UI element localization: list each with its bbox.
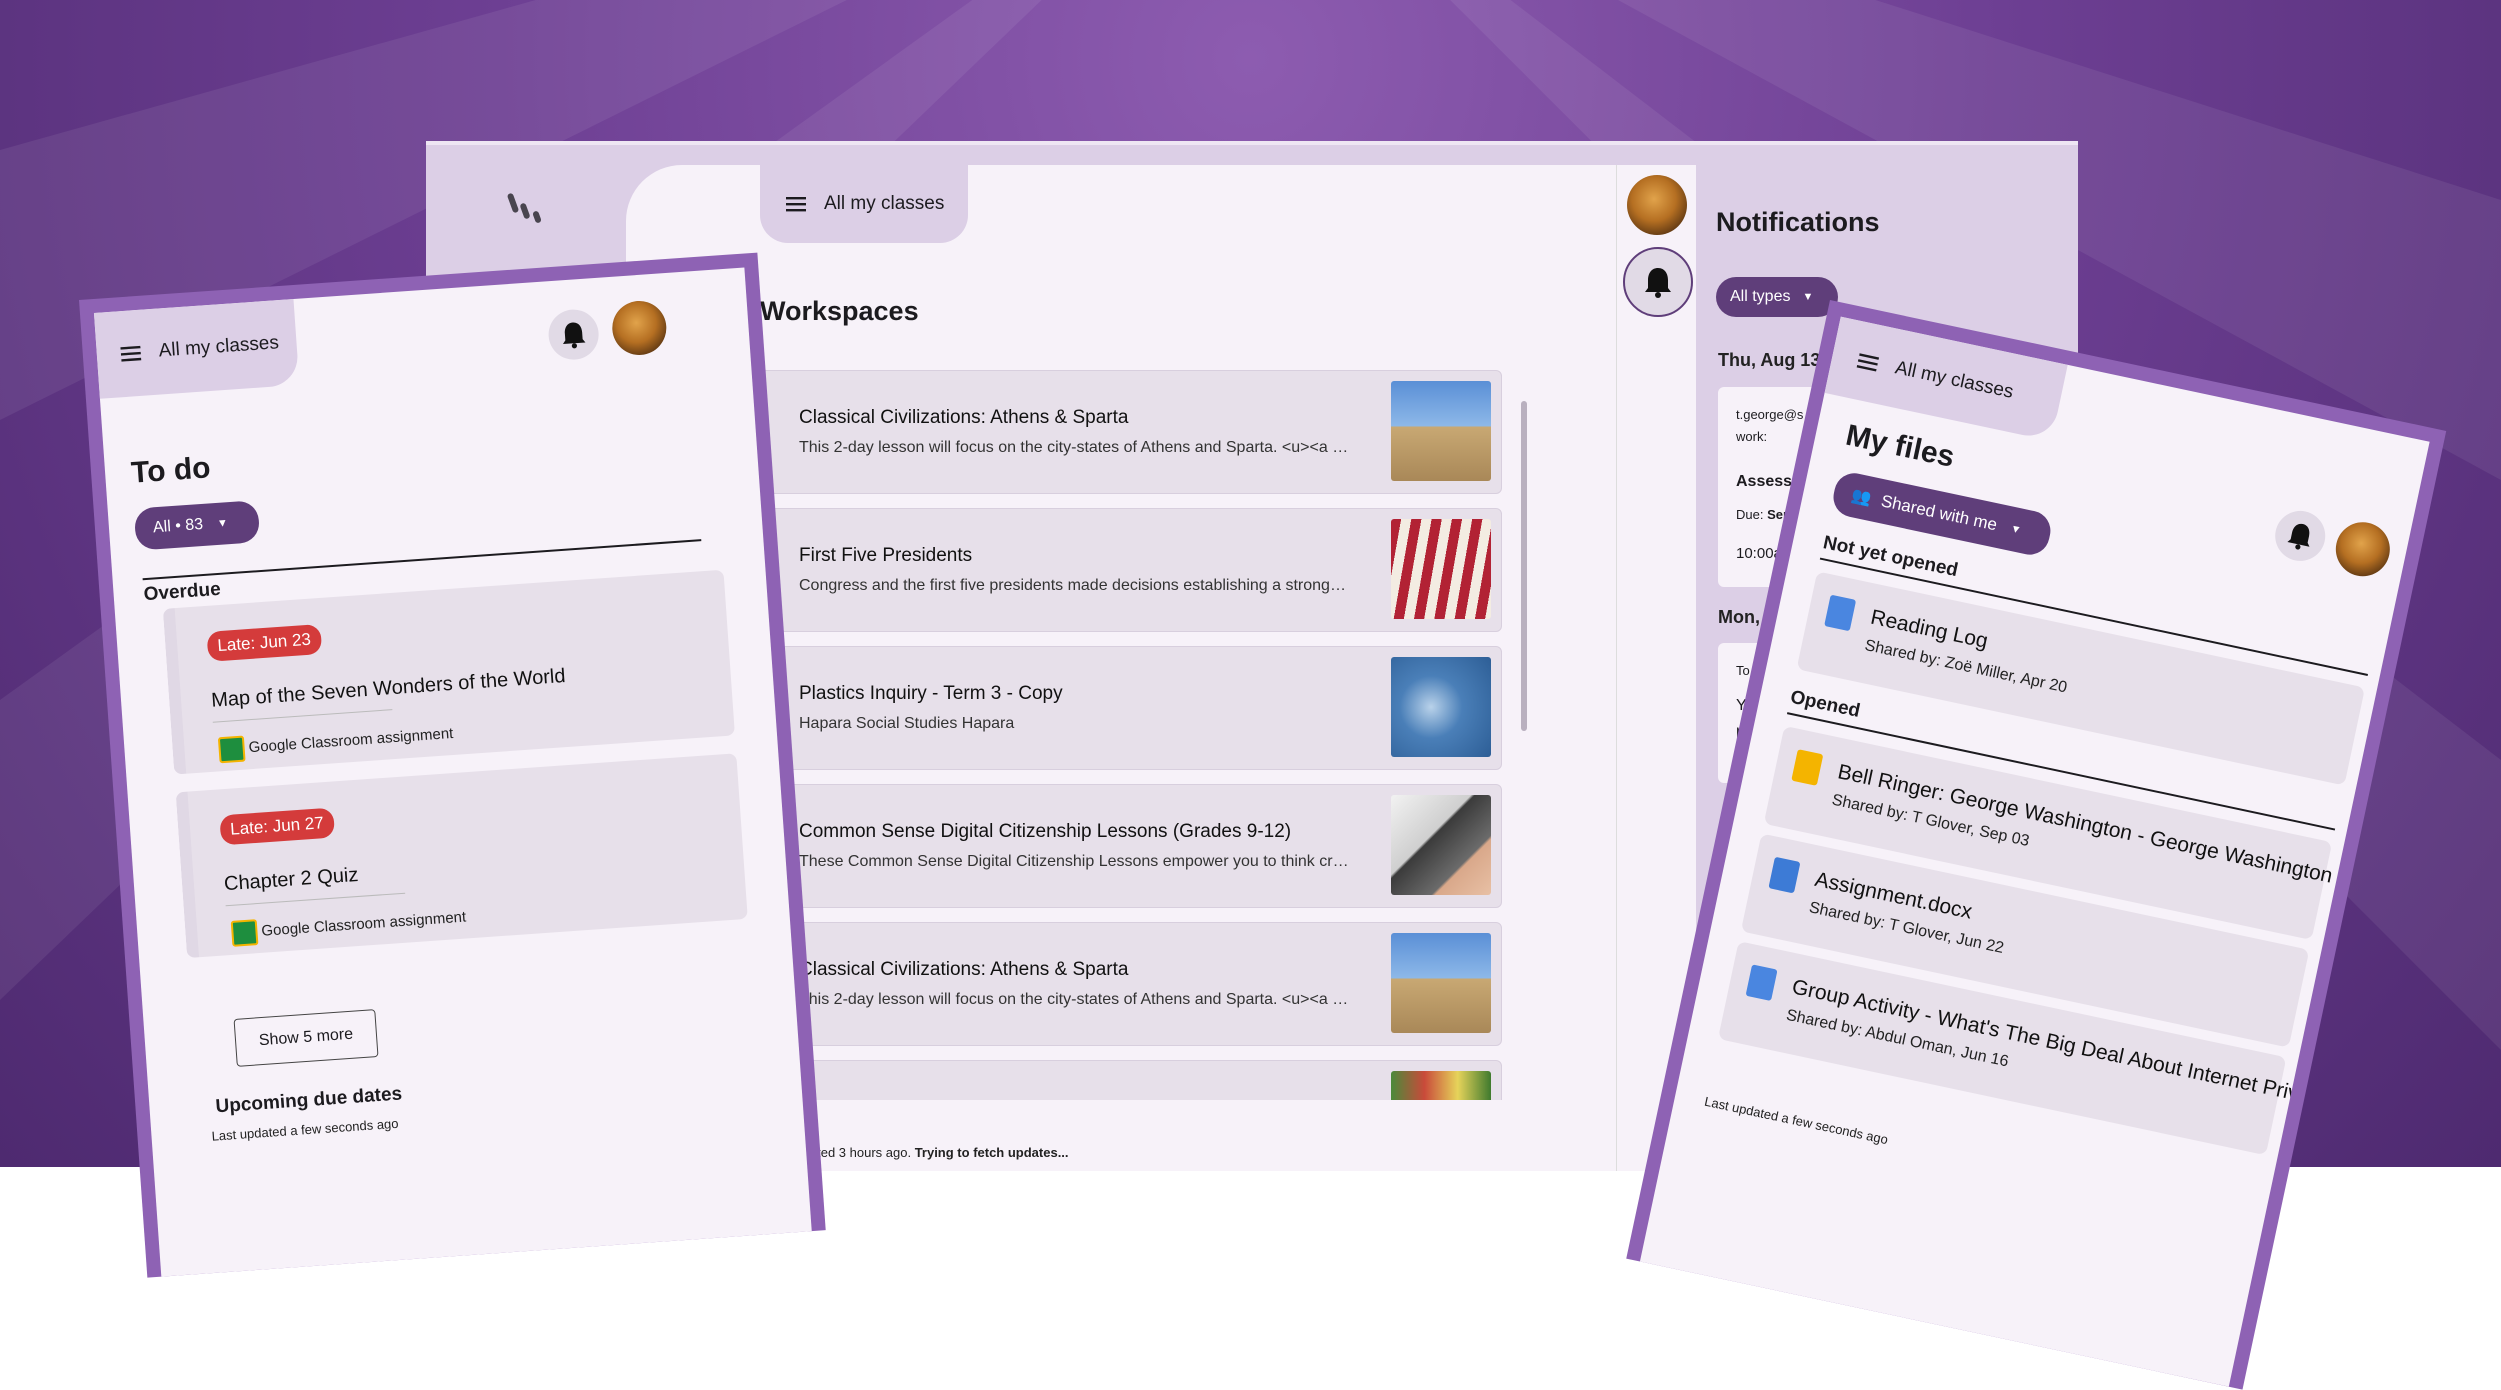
task-type: Google Classroom assignment xyxy=(248,724,454,757)
class-selector-label: All my classes xyxy=(824,193,945,214)
todo-filter[interactable]: All • 83 ▼ xyxy=(133,500,261,551)
todo-panel: All my classes To do All • 83 ▼ Overdue … xyxy=(79,252,826,1278)
late-badge: Late: Jun 27 xyxy=(219,807,335,846)
workspace-title: Classical Civilizations: Athens & Sparta xyxy=(799,959,1129,980)
notifications-button[interactable] xyxy=(1623,247,1693,317)
acropolis-thumbnail xyxy=(1391,933,1491,1033)
task-title: Chapter 2 Quiz xyxy=(223,863,360,896)
vegetables-thumbnail xyxy=(1391,1071,1491,1100)
class-selector-label: All my classes xyxy=(158,332,280,362)
sync-status: Last updated a few seconds ago xyxy=(211,1115,399,1144)
workspace-title: Plastics Inquiry - Term 3 - Copy xyxy=(799,683,1063,704)
workspace-list: Classical Civilizations: Athens & Sparta… xyxy=(760,370,1502,1100)
word-icon xyxy=(1768,856,1801,894)
task-card[interactable]: Late: Jun 27 Chapter 2 Quiz Google Class… xyxy=(175,753,748,959)
page-title: Workspaces xyxy=(760,296,919,326)
notification-type-filter[interactable]: All types ▼ xyxy=(1716,277,1838,317)
workspace-description: Congress and the first five presidents m… xyxy=(799,577,1349,594)
notification-sender: t.george@s xyxy=(1736,407,1804,422)
avatar[interactable] xyxy=(2330,517,2395,582)
workspace-card[interactable]: Classical Civilizations: Athens & Sparta… xyxy=(760,370,1502,494)
class-selector[interactable]: All my classes xyxy=(760,165,968,243)
class-selector[interactable]: All my classes xyxy=(93,299,300,399)
notifications-button[interactable] xyxy=(546,307,601,362)
avatar[interactable] xyxy=(610,299,669,357)
opened-heading: Opened xyxy=(1788,686,1862,722)
overdue-heading: Overdue xyxy=(142,578,222,606)
late-badge: Late: Jun 23 xyxy=(206,623,322,662)
page-title: To do xyxy=(130,451,212,490)
dropdown-arrow-icon: ▼ xyxy=(1802,291,1814,303)
google-slides-icon xyxy=(1791,749,1824,786)
workspace-description: Hapara Social Studies Hapara xyxy=(799,715,1015,732)
task-type: Google Classroom assignment xyxy=(260,908,467,940)
notification-text: work: xyxy=(1736,429,1768,444)
upcoming-heading: Upcoming due dates xyxy=(214,1083,403,1118)
task-divider xyxy=(225,892,406,907)
plastic-thumbnail xyxy=(1391,657,1491,757)
menu-icon xyxy=(120,345,142,362)
section-divider xyxy=(142,539,702,581)
workspace-card[interactable] xyxy=(760,1060,1502,1100)
due-label: Due: xyxy=(1736,507,1764,522)
notification-date: Mon, xyxy=(1718,607,1760,627)
class-selector-label: All my classes xyxy=(1893,357,2016,403)
notification-date: Thu, Aug 13 xyxy=(1718,350,1821,370)
google-classroom-icon xyxy=(230,919,259,947)
show-more-button[interactable]: Show 5 more xyxy=(233,1009,379,1067)
google-docs-icon xyxy=(1824,594,1857,632)
dropdown-arrow-icon: ▼ xyxy=(2009,522,2023,537)
workspace-description: This 2-day lesson will focus on the city… xyxy=(799,991,1349,1008)
sync-status: Last updated a few seconds ago xyxy=(1703,1093,1890,1148)
laptop-thumbnail xyxy=(1391,795,1491,895)
workspace-card[interactable]: First Five Presidents Congress and the f… xyxy=(760,508,1502,632)
bell-icon xyxy=(2287,523,2310,550)
filter-label: All • 83 xyxy=(152,515,204,537)
filter-label: All types xyxy=(1730,288,1791,305)
people-icon: 👥 xyxy=(1850,487,1874,508)
menu-icon xyxy=(1856,353,1880,372)
workspace-title: First Five Presidents xyxy=(799,545,973,566)
workspace-card[interactable]: Common Sense Digital Citizenship Lessons… xyxy=(760,784,1502,908)
workspace-scrollbar[interactable] xyxy=(1521,401,1527,731)
menu-icon xyxy=(786,197,806,212)
avatar[interactable] xyxy=(1627,175,1687,235)
bell-icon xyxy=(1645,268,1671,298)
page-title: My files xyxy=(1842,418,1958,474)
workspace-card[interactable]: Classical Civilizations: Athens & Sparta… xyxy=(760,922,1502,1046)
workspace-description: This 2-day lesson will focus on the city… xyxy=(799,439,1349,456)
sync-status-bold: Trying to fetch updates... xyxy=(914,1145,1069,1160)
dropdown-arrow-icon: ▼ xyxy=(216,517,229,530)
google-docs-icon xyxy=(1745,964,1778,1002)
filter-label: Shared with me xyxy=(1879,491,1999,535)
acropolis-thumbnail xyxy=(1391,381,1491,481)
task-card[interactable]: Late: Jun 23 Map of the Seven Wonders of… xyxy=(162,569,735,775)
notification-text: To xyxy=(1736,663,1750,678)
notifications-button[interactable] xyxy=(2270,506,2330,566)
task-divider xyxy=(212,709,393,723)
google-classroom-icon xyxy=(217,735,246,764)
notifications-title: Notifications xyxy=(1716,207,1880,237)
workspace-description: These Common Sense Digital Citizenship L… xyxy=(799,853,1349,870)
notification-item: Assess xyxy=(1736,473,1793,490)
app-logo xyxy=(506,191,546,236)
workspace-title: Common Sense Digital Citizenship Lessons… xyxy=(799,821,1292,842)
workspace-title: Classical Civilizations: Athens & Sparta xyxy=(799,407,1129,428)
flag-thumbnail xyxy=(1391,519,1491,619)
bell-icon xyxy=(562,322,586,349)
task-title: Map of the Seven Wonders of the World xyxy=(210,665,567,712)
workspace-card[interactable]: Plastics Inquiry - Term 3 - Copy Hapara … xyxy=(760,646,1502,770)
